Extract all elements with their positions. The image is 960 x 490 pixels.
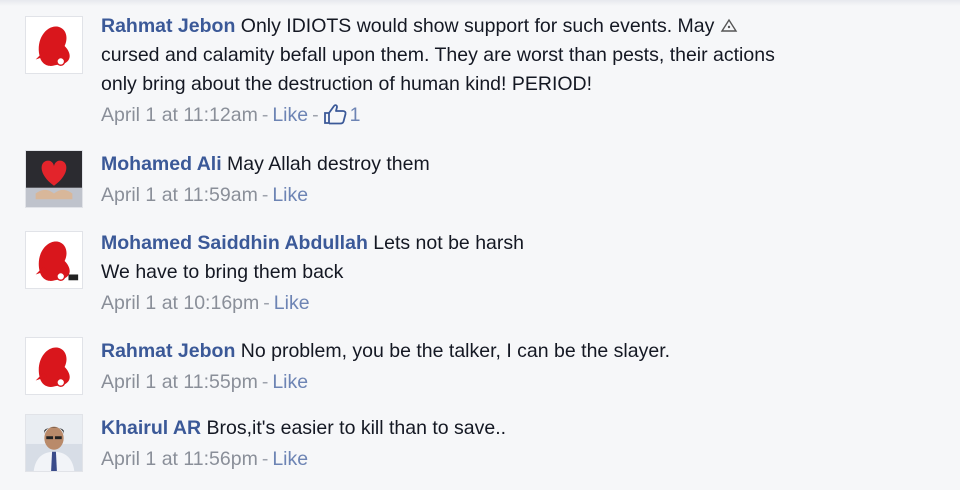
comment-timestamp[interactable]: April 1 at 11:55pm (101, 371, 258, 393)
previous-comment-edge (0, 0, 960, 6)
comment-text-line: We have to bring them back (101, 261, 344, 283)
comment-text: Bros,it's easier to kill than to save.. (206, 417, 507, 439)
like-button[interactable]: Like (272, 184, 308, 206)
comment-timestamp[interactable]: April 1 at 10:16pm (101, 292, 259, 314)
like-button[interactable]: Like (272, 371, 308, 393)
comment-text: Only IDIOTS would show support for such … (240, 15, 715, 37)
like-button[interactable]: Like (274, 292, 310, 314)
comment-body: Mohamed Ali May Allah destroy them April… (101, 150, 940, 210)
like-button[interactable]: Like (272, 448, 308, 470)
separator: - (312, 104, 319, 126)
comment-body: Mohamed Saiddhin Abdullah Lets not be ha… (101, 229, 940, 318)
comment-author[interactable]: Khairul AR (101, 417, 201, 439)
comment-text: No problem, you be the talker, I can be … (240, 340, 671, 362)
separator: - (261, 371, 269, 393)
comment-meta: April 1 at 11:56pm - Like (101, 445, 940, 474)
comment-author[interactable]: Mohamed Ali (101, 153, 222, 175)
comment-body: Rahmat Jebon Only IDIOTS would show supp… (101, 12, 940, 130)
red-silhouette-icon[interactable] (25, 16, 83, 74)
separator: - (261, 104, 269, 126)
comment-author[interactable]: Rahmat Jebon (101, 340, 235, 362)
comment-timestamp[interactable]: April 1 at 11:12am (101, 104, 258, 126)
comment-author[interactable]: Mohamed Saiddhin Abdullah (101, 232, 368, 254)
comment-meta: April 1 at 11:12am - Like -1 (101, 101, 940, 130)
comment-text-line: only bring about the destruction of huma… (101, 73, 593, 95)
comment-meta: April 1 at 11:55pm - Like (101, 368, 940, 397)
person-photo-icon[interactable] (25, 414, 83, 472)
like-button[interactable]: Like (272, 104, 308, 126)
comment-meta: April 1 at 11:59am - Like (101, 181, 940, 210)
red-silhouette-icon[interactable] (25, 231, 83, 289)
emoticon-icon (720, 12, 738, 32)
comment-author[interactable]: Rahmat Jebon (101, 15, 235, 37)
thumbs-up-icon[interactable] (323, 103, 347, 125)
comment-text: May Allah destroy them (227, 153, 430, 175)
separator: - (261, 448, 269, 470)
separator: - (263, 292, 270, 314)
comment-text-line: cursed and calamity befall upon them. Th… (101, 44, 775, 66)
comment-meta: April 1 at 10:16pm - Like (101, 289, 940, 318)
separator: - (261, 184, 269, 206)
heart-hands-icon[interactable] (25, 150, 83, 208)
comment-body: Khairul AR Bros,it's easier to kill than… (101, 414, 940, 474)
comment-timestamp[interactable]: April 1 at 11:59am (101, 184, 258, 206)
red-silhouette-icon[interactable] (25, 337, 83, 395)
comment-body: Rahmat Jebon No problem, you be the talk… (101, 337, 940, 397)
comment-timestamp[interactable]: April 1 at 11:56pm (101, 448, 258, 470)
like-count[interactable]: 1 (350, 104, 361, 126)
comment-text: Lets not be harsh (373, 232, 524, 254)
